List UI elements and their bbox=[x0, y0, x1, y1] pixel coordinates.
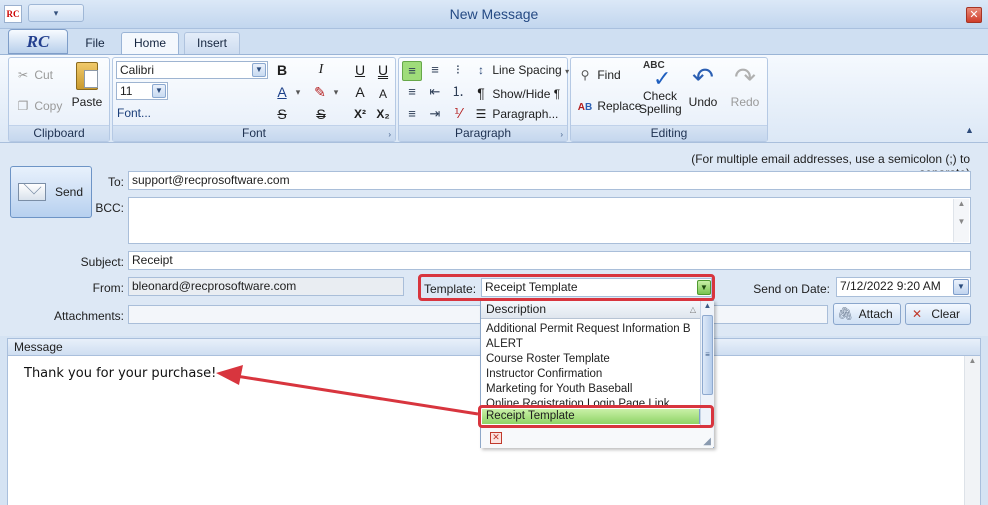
annotation-arrow-line bbox=[235, 374, 479, 416]
annotation-arrow bbox=[216, 365, 479, 416]
annotation-arrow-head bbox=[216, 365, 243, 385]
